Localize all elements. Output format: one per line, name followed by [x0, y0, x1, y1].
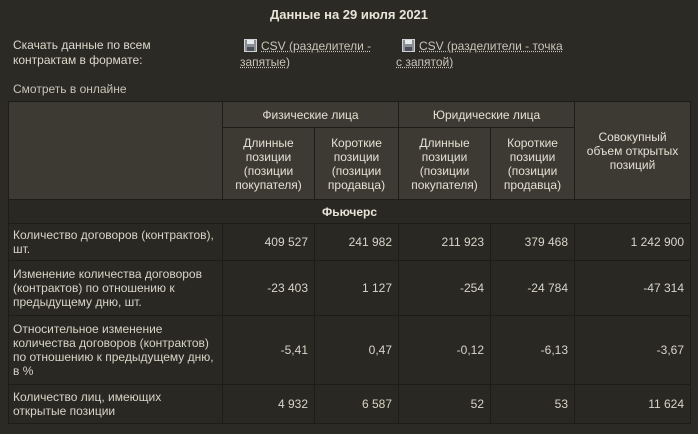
cell-value: 211 923 — [398, 223, 492, 261]
cell-value: -254 — [398, 260, 492, 316]
table-row: Количество договоров (контрактов), шт. 4… — [8, 223, 692, 261]
cell-value: 409 527 — [222, 223, 315, 261]
floppy-disk-icon — [402, 39, 415, 52]
floppy-disk-icon — [244, 39, 257, 52]
table-row: Количество лиц, имеющих открытые позиции… — [8, 384, 692, 424]
download-label: Скачать данные по всем контрактам в форм… — [13, 38, 151, 67]
csv-semicolon-link[interactable]: CSV (разделители - точка с запятой) — [396, 38, 592, 70]
row-label: Относительное изменение количества догов… — [8, 315, 223, 385]
header-individuals-long: Длинные позиции (позиции покупателя) — [222, 127, 315, 200]
header-legal-entities: Юридические лица — [398, 101, 576, 128]
table-corner-cell — [8, 101, 223, 200]
cell-value: 4 932 — [222, 384, 315, 424]
cell-value: -3,67 — [574, 315, 692, 385]
csv-semicolon-link-text-2[interactable]: с запятой) — [396, 54, 592, 70]
cell-value: -24 784 — [490, 260, 576, 316]
csv-comma-link[interactable]: CSV (разделители - запятые) — [240, 38, 394, 70]
view-online-link[interactable]: Смотреть в онлайне — [13, 82, 127, 96]
cell-value: -23 403 — [222, 260, 315, 316]
cell-value: -5,41 — [222, 315, 315, 385]
header-legal-long: Длинные позиции (позиции покупателя) — [398, 127, 492, 200]
cell-value: 11 624 — [574, 384, 692, 424]
cell-value: 52 — [398, 384, 492, 424]
page-title: Данные на 29 июля 2021 — [269, 7, 429, 22]
section-futures: Фьючерс — [7, 199, 692, 224]
cell-value: -47 314 — [574, 260, 692, 316]
row-label: Количество лиц, имеющих открытые позиции — [8, 384, 223, 424]
cell-value: 53 — [490, 384, 576, 424]
row-label: Количество договоров (контрактов), шт. — [8, 223, 223, 261]
cell-value: 6 587 — [313, 384, 400, 424]
table-row: Изменение количества договоров (контракт… — [8, 260, 692, 316]
header-total-open-interest: Совокупный объем открытых позиций — [574, 101, 692, 200]
cell-value: 0,47 — [313, 315, 400, 385]
row-label: Изменение количества договоров (контракт… — [8, 260, 223, 316]
open-interest-table: Физические лица Юридические лица Совокуп… — [7, 101, 692, 424]
cell-value: 379 468 — [490, 223, 576, 261]
csv-comma-link-text-2[interactable]: запятые) — [240, 54, 394, 70]
table-row: Относительное изменение количества догов… — [8, 315, 692, 385]
csv-comma-link-text[interactable]: CSV (разделители - — [261, 39, 371, 53]
cell-value: 241 982 — [313, 223, 400, 261]
header-individuals-short: Короткие позиции (позиции продавца) — [313, 127, 400, 200]
csv-semicolon-link-text[interactable]: CSV (разделители - точка — [419, 39, 563, 53]
cell-value: -6,13 — [490, 315, 576, 385]
cell-value: 1 242 900 — [574, 223, 692, 261]
header-individuals: Физические лица — [221, 101, 400, 128]
cell-value: -0,12 — [398, 315, 492, 385]
header-legal-short: Короткие позиции (позиции продавца) — [490, 127, 576, 200]
cell-value: 1 127 — [313, 260, 400, 316]
